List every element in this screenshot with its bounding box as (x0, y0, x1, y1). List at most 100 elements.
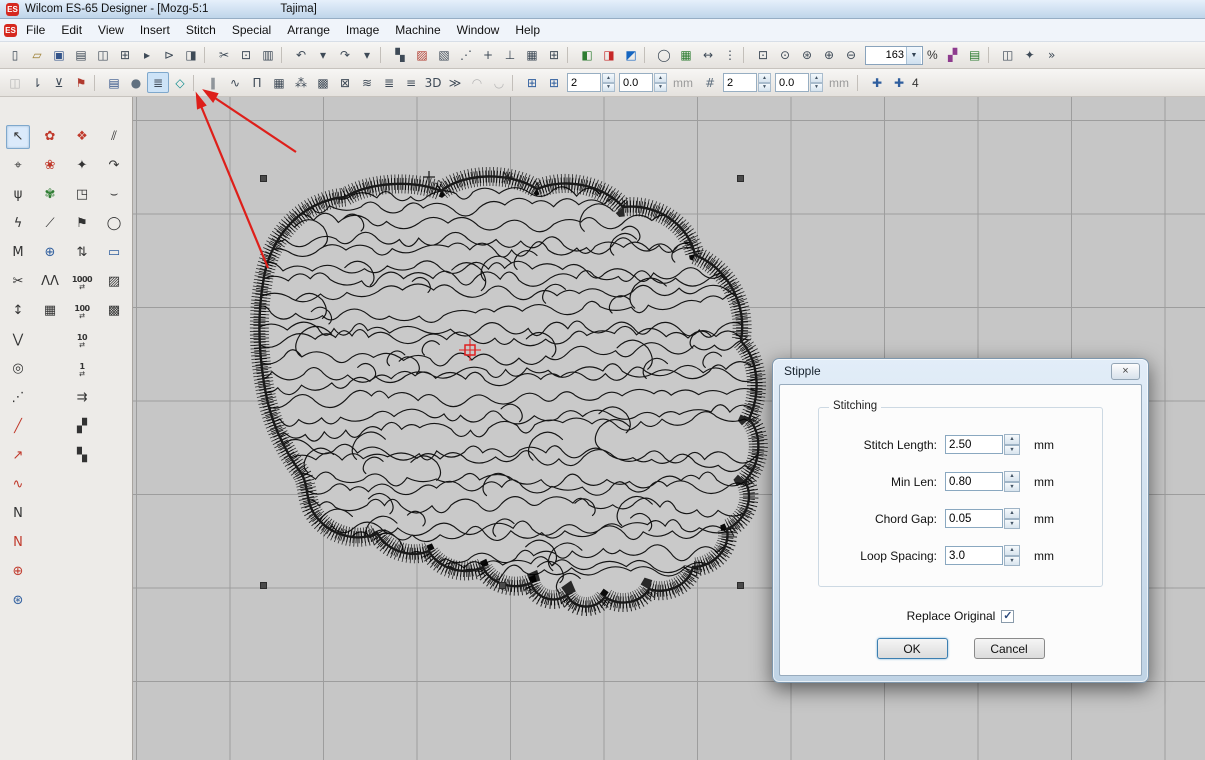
select-tool[interactable]: ↖ (6, 125, 30, 149)
spin-down-button[interactable]: ▼ (1004, 482, 1020, 493)
cut-button[interactable]: ✂ (213, 45, 235, 66)
spin-up-button[interactable]: ▲ (810, 73, 823, 83)
guide-offset-input[interactable] (775, 73, 809, 92)
new-design-button[interactable]: ▯ (4, 45, 26, 66)
field-value-input[interactable] (945, 472, 1003, 491)
image-green-button[interactable]: ◧ (576, 45, 598, 66)
spin-down-button[interactable]: ▼ (654, 83, 667, 93)
crosshair-button[interactable]: + (477, 45, 499, 66)
grid-size-input[interactable] (567, 73, 601, 92)
dotted-run-tool[interactable]: ⋰ (6, 386, 30, 410)
flower-large-tool[interactable]: ✿ (38, 125, 62, 149)
zoom-scale-1[interactable]: 1⇄ (70, 357, 94, 381)
overlap-remove-button[interactable]: ▞ (942, 45, 964, 66)
checker-tool-button[interactable]: ▚ (389, 45, 411, 66)
start-point-tool[interactable]: ⊕ (6, 560, 30, 584)
jump-tool[interactable]: N (6, 502, 30, 526)
hatch-tool[interactable]: ⫽ (102, 125, 126, 149)
cancel-button[interactable]: Cancel (974, 638, 1045, 659)
jump-red-tool[interactable]: N (6, 531, 30, 555)
ring-tool[interactable]: ◎ (6, 357, 30, 381)
stipple-outline-button[interactable]: ◇ (169, 72, 191, 93)
zoom-scale-1000[interactable]: 1000⇄ (70, 270, 94, 294)
dialog-close-button[interactable]: × (1111, 363, 1140, 380)
penetration-button[interactable]: ⊻ (48, 72, 70, 93)
undo-dropdown[interactable]: ▾ (312, 45, 334, 66)
spin-down-button[interactable]: ▼ (1004, 519, 1020, 530)
replace-original-checkbox[interactable]: ✓ (1001, 610, 1014, 623)
dome-up-button[interactable]: ◠ (466, 72, 488, 93)
dot-run-button[interactable]: ● (125, 72, 147, 93)
grid-offset-input[interactable] (619, 73, 653, 92)
zoom-factor-combo[interactable]: ▼ (865, 46, 923, 65)
ok-button[interactable]: OK (877, 638, 948, 659)
menu-special[interactable]: Special (224, 20, 279, 40)
menu-machine[interactable]: Machine (387, 20, 448, 40)
write-to-card-button[interactable]: ◨ (180, 45, 202, 66)
grid-blue-button[interactable]: ⊞ (521, 72, 543, 93)
spin-up-button[interactable]: ▲ (758, 73, 771, 83)
menu-file[interactable]: File (18, 20, 53, 40)
selection-handle[interactable] (260, 175, 267, 182)
zoom-in-button[interactable]: ⊕ (818, 45, 840, 66)
motif-fill-button[interactable]: ⁂ (290, 72, 312, 93)
needle-position-button[interactable]: ⇂ (26, 72, 48, 93)
grid-toggle-button[interactable]: ▦ (675, 45, 697, 66)
zoom-scale-10[interactable]: 10⇄ (70, 328, 94, 352)
spin-up-button[interactable]: ▲ (1004, 508, 1020, 519)
globe-tool[interactable]: ⊕ (38, 241, 62, 265)
pan-button[interactable]: ✚ (866, 72, 888, 93)
overlock-button[interactable]: ⊞ (543, 45, 565, 66)
stitch-grid-button[interactable]: ▦ (521, 45, 543, 66)
stitch-edit-tool[interactable]: ϟ (6, 212, 30, 236)
open-design-button[interactable]: ▱ (26, 45, 48, 66)
save-design-button[interactable]: ▣ (48, 45, 70, 66)
ruler-button[interactable]: ↔ (697, 45, 719, 66)
outline-design-button[interactable]: ▤ (103, 72, 125, 93)
zoom-scale-100[interactable]: 100⇄ (70, 299, 94, 323)
grid-snap-button[interactable]: ⊞ (543, 72, 565, 93)
dot-fill-button[interactable]: ⋰ (455, 45, 477, 66)
zoom-factor-input[interactable] (866, 49, 906, 61)
color-film-button[interactable]: ▤ (964, 45, 986, 66)
zoom-tool-button[interactable]: ⊙ (774, 45, 796, 66)
dome-down-button[interactable]: ◡ (488, 72, 510, 93)
pattern-b-tool[interactable]: ▩ (102, 299, 126, 323)
mesh-tool[interactable]: ▦ (38, 299, 62, 323)
3d-effect-button[interactable]: 3D (422, 72, 444, 93)
image-red-button[interactable]: ◨ (598, 45, 620, 66)
wand-tool[interactable]: ψ (6, 183, 30, 207)
fill-white-button[interactable]: ▧ (433, 45, 455, 66)
needle-points-button[interactable]: ⊥ (499, 45, 521, 66)
offset-tool[interactable]: ⇉ (70, 386, 94, 410)
center-view-button[interactable]: ✚ (888, 72, 910, 93)
spin-down-button[interactable]: ▼ (1004, 445, 1020, 456)
open-shape-tool[interactable]: ⌣ (102, 183, 126, 207)
field-value-input[interactable] (945, 435, 1003, 454)
selection-handle[interactable] (499, 582, 506, 589)
zoom-out-button[interactable]: ⊖ (840, 45, 862, 66)
scissors-tool[interactable]: ✂ (6, 270, 30, 294)
menu-arrange[interactable]: Arrange (279, 20, 338, 40)
guides-button[interactable]: ⋮ (719, 45, 741, 66)
tatami-fill-button[interactable]: ▦ (268, 72, 290, 93)
measure-tool[interactable]: ↕ (6, 299, 30, 323)
fringe-tool[interactable]: M (6, 241, 30, 265)
menu-image[interactable]: Image (338, 20, 387, 40)
texture-a-tool[interactable]: ▞ (70, 415, 94, 439)
spin-down-button[interactable]: ▼ (810, 83, 823, 93)
menu-help[interactable]: Help (507, 20, 548, 40)
menu-edit[interactable]: Edit (53, 20, 90, 40)
spin-up-button[interactable]: ▲ (1004, 545, 1020, 556)
branch-tool[interactable]: ❖ (70, 125, 94, 149)
print-preview-button[interactable]: ⊞ (114, 45, 136, 66)
prev-object-button[interactable]: ◫ (4, 72, 26, 93)
run-arrow-tool[interactable]: ↗ (6, 444, 30, 468)
spin-up-button[interactable]: ▲ (602, 73, 615, 83)
wave-stitch-tool[interactable]: ΛΛ (38, 270, 62, 294)
effects-button[interactable]: ✦ (1019, 45, 1041, 66)
field-value-input[interactable] (945, 509, 1003, 528)
send-to-machine-button[interactable]: ⊳ (158, 45, 180, 66)
sprout-tool[interactable]: ✾ (38, 183, 62, 207)
ellipse-tool[interactable]: ◯ (102, 212, 126, 236)
